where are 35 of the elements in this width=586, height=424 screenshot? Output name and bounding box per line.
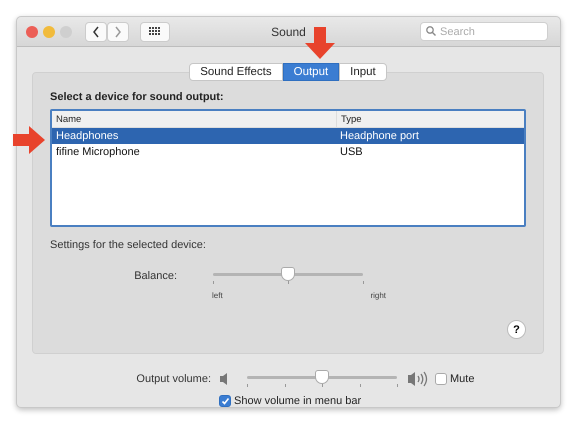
checkbox[interactable]	[219, 395, 231, 407]
tab[interactable]: Input	[339, 63, 387, 81]
slider-thumb[interactable]	[281, 267, 295, 281]
checkbox[interactable]	[435, 373, 447, 385]
close-icon[interactable]	[26, 26, 38, 38]
column-header[interactable]: Type	[336, 111, 524, 128]
speaker-loud-icon	[407, 370, 429, 388]
table-cell[interactable]: fifine Microphone	[52, 144, 336, 160]
right-label: right	[370, 291, 386, 300]
search-icon	[426, 26, 436, 36]
section-heading: Select a device for sound output:	[50, 91, 225, 103]
mute-checkbox-label[interactable]: Mute	[435, 373, 474, 385]
left-label: left	[212, 291, 223, 300]
minimize-icon[interactable]	[43, 26, 55, 38]
balance-label: Balance:	[133, 270, 177, 282]
table-cell[interactable]: Headphone port	[336, 128, 524, 144]
column-header[interactable]: Name	[52, 111, 336, 128]
tab[interactable]: Sound Effects	[189, 63, 283, 81]
slider-thumb[interactable]	[315, 370, 329, 384]
chevron-right-icon	[114, 26, 122, 38]
down-arrow-icon	[305, 27, 335, 59]
output-volume-label: Output volume:	[135, 373, 211, 385]
chevron-left-icon	[92, 26, 100, 38]
grid-button[interactable]	[140, 22, 170, 42]
section-label: Settings for the selected device:	[50, 239, 207, 251]
grid-icon	[149, 27, 161, 36]
back-button[interactable]	[85, 22, 107, 42]
window-title: Sound	[271, 24, 306, 38]
table-cell[interactable]: Headphones	[52, 128, 336, 144]
show-volume-checkbox-label[interactable]: Show volume in menu bar	[219, 395, 362, 407]
table-cell[interactable]: USB	[336, 144, 524, 160]
right-arrow-icon	[13, 126, 45, 154]
help-button[interactable]: ?	[507, 320, 526, 339]
tab[interactable]: Output	[282, 63, 340, 81]
search-field[interactable]: Search	[420, 22, 548, 41]
